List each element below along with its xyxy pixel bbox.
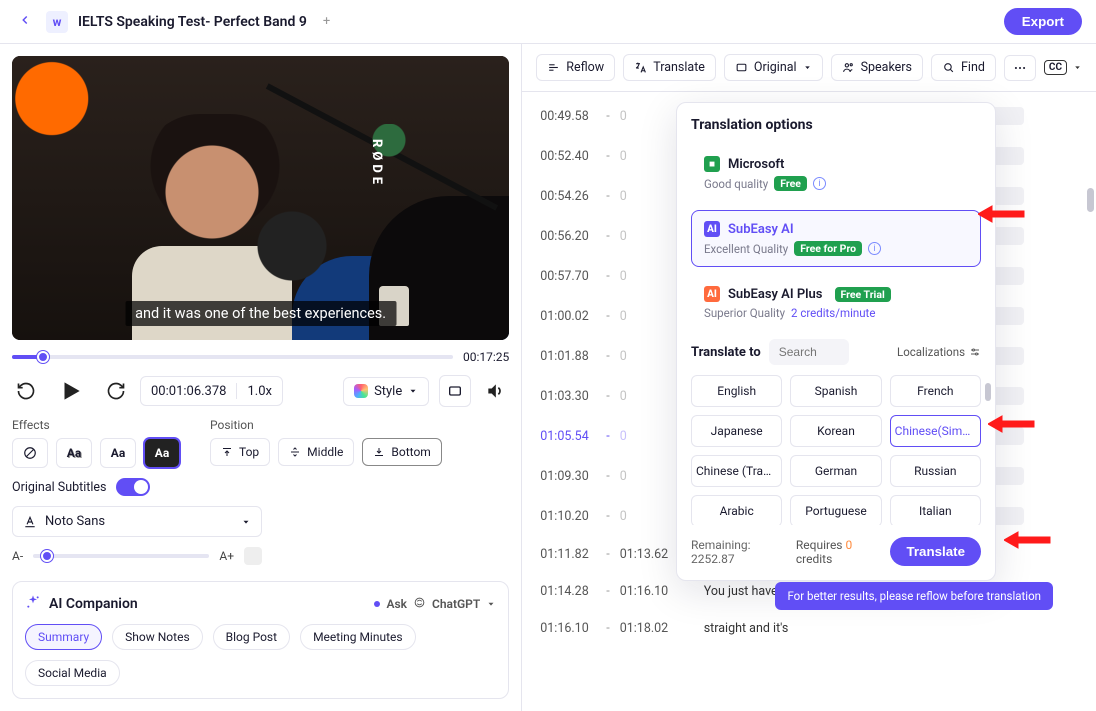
- translation-title: Translation options: [691, 117, 981, 133]
- language-chinese-simpl-[interactable]: Chinese(Simpl…: [890, 415, 981, 447]
- info-icon[interactable]: i: [868, 242, 881, 255]
- more-button[interactable]: [1004, 55, 1036, 81]
- mic-brand-label: RØDE: [369, 139, 384, 188]
- position-label: Position: [210, 418, 442, 432]
- language-chinese-tradi-[interactable]: Chinese (Tradi…: [691, 455, 782, 487]
- sparkle-icon: [25, 594, 41, 614]
- language-spanish[interactable]: Spanish: [790, 375, 881, 407]
- style-button[interactable]: Style: [343, 377, 429, 406]
- language-korean[interactable]: Korean: [790, 415, 881, 447]
- language-portuguese[interactable]: Portuguese: [790, 495, 881, 525]
- provider-microsoft[interactable]: ■ Microsoft Good quality Free i: [691, 145, 981, 202]
- language-french[interactable]: French: [890, 375, 981, 407]
- microsoft-icon: ■: [704, 156, 720, 172]
- language-italian[interactable]: Italian: [890, 495, 981, 525]
- effect-outline[interactable]: Aa: [100, 438, 136, 468]
- original-subtitles-toggle[interactable]: [116, 478, 150, 496]
- effects-label: Effects: [12, 418, 180, 432]
- fullscreen-button[interactable]: [439, 375, 471, 407]
- effect-background[interactable]: Aa: [144, 438, 180, 468]
- language-japanese[interactable]: Japanese: [691, 415, 782, 447]
- font-select[interactable]: Noto Sans: [12, 506, 262, 537]
- reflow-tooltip: For better results, please reflow before…: [775, 582, 1053, 610]
- back-button[interactable]: [14, 9, 36, 35]
- find-button[interactable]: Find: [931, 54, 996, 81]
- add-tab-button[interactable]: +: [317, 10, 336, 33]
- effect-shadow[interactable]: Aa: [56, 438, 92, 468]
- translate-action-button[interactable]: Translate: [890, 537, 981, 566]
- effect-none[interactable]: [12, 438, 48, 468]
- translate-button[interactable]: Translate: [623, 54, 716, 81]
- font-size-handle[interactable]: [244, 547, 262, 565]
- ai-chip-social-media[interactable]: Social Media: [25, 660, 120, 686]
- translate-to-label: Translate to: [691, 345, 761, 360]
- language-german[interactable]: German: [790, 455, 881, 487]
- annotation-arrow: [1004, 528, 1052, 552]
- annotation-arrow: [978, 202, 1026, 226]
- play-button[interactable]: [54, 374, 88, 408]
- timecode-box[interactable]: 00:01:06.378 1.0x: [140, 376, 283, 406]
- original-subtitles-label: Original Subtitles: [12, 480, 106, 495]
- ai-model[interactable]: ChatGPT: [432, 597, 480, 611]
- chevron-down-icon[interactable]: [1073, 63, 1082, 72]
- provider-subeasy-ai-plus[interactable]: AI SubEasy AI Plus Free Trial Superior Q…: [691, 275, 981, 331]
- subeasy-ai-plus-icon: AI: [704, 286, 720, 302]
- translation-popover: Translation options ■ Microsoft Good qua…: [676, 102, 996, 581]
- language-russian[interactable]: Russian: [890, 455, 981, 487]
- cc-toggle[interactable]: CC: [1044, 60, 1067, 75]
- original-dropdown[interactable]: Original: [724, 54, 823, 81]
- annotation-arrow: [988, 412, 1036, 436]
- ai-chip-blog-post[interactable]: Blog Post: [213, 624, 290, 650]
- playback-speed[interactable]: 1.0x: [247, 384, 272, 399]
- chatgpt-icon: [413, 596, 426, 612]
- style-swatch-icon: [354, 384, 368, 398]
- video-player[interactable]: RØDE and it was one of the best experien…: [12, 56, 509, 340]
- position-top[interactable]: Top: [210, 438, 270, 466]
- status-dot: [374, 601, 380, 607]
- ai-companion-title: AI Companion: [49, 596, 138, 612]
- position-middle[interactable]: Middle: [278, 438, 354, 466]
- volume-button[interactable]: [481, 377, 509, 405]
- current-time: 00:01:06.378: [151, 384, 226, 399]
- ai-chip-show-notes[interactable]: Show Notes: [112, 624, 202, 650]
- transcript-line[interactable]: 01:16.10 - 01:18.02straight and it's: [522, 610, 1096, 647]
- language-scrollbar[interactable]: [983, 375, 991, 525]
- video-seek-bar[interactable]: [12, 355, 453, 359]
- language-search-input[interactable]: [769, 339, 849, 365]
- video-duration: 00:17:25: [463, 350, 509, 364]
- font-size-decrease[interactable]: A-: [12, 549, 23, 563]
- export-button[interactable]: Export: [1004, 8, 1082, 35]
- localizations-button[interactable]: Localizations: [897, 345, 981, 359]
- reflow-button[interactable]: Reflow: [536, 54, 615, 81]
- forward-button[interactable]: [102, 377, 130, 405]
- font-size-increase[interactable]: A+: [219, 549, 234, 563]
- transcript-scrollbar[interactable]: [1084, 112, 1096, 612]
- provider-subeasy-ai[interactable]: AI SubEasy AI Excellent Quality Free for…: [691, 210, 981, 267]
- app-logo: w: [46, 11, 68, 33]
- speakers-button[interactable]: Speakers: [831, 54, 923, 81]
- subeasy-ai-icon: AI: [704, 221, 720, 237]
- position-bottom[interactable]: Bottom: [362, 438, 441, 466]
- rewind-button[interactable]: [12, 377, 40, 405]
- language-arabic[interactable]: Arabic: [691, 495, 782, 525]
- info-icon[interactable]: i: [813, 177, 826, 190]
- ai-chip-meeting-minutes[interactable]: Meeting Minutes: [300, 624, 416, 650]
- page-title: IELTS Speaking Test- Perfect Band 9: [78, 14, 307, 30]
- video-caption: and it was one of the best experiences.: [125, 301, 396, 326]
- ai-chip-summary[interactable]: Summary: [25, 624, 102, 650]
- font-size-slider[interactable]: [33, 554, 209, 558]
- language-english[interactable]: English: [691, 375, 782, 407]
